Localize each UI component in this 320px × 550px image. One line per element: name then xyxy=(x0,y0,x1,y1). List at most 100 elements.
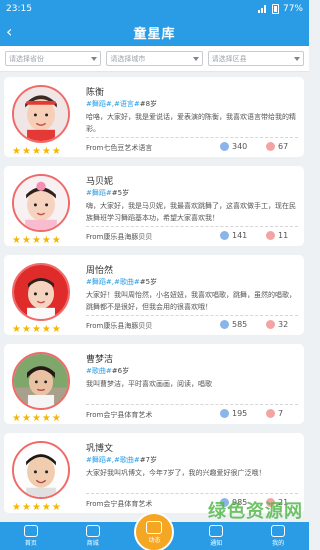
view-count: 340 xyxy=(220,142,247,151)
star-name: 曹梦洁 xyxy=(86,355,114,365)
chevron-down-icon xyxy=(293,56,300,61)
age-label: #6岁 xyxy=(111,367,130,375)
tab-feed-bubble[interactable]: 动态 xyxy=(134,512,175,550)
divider xyxy=(86,226,298,227)
star-card[interactable]: ★ ★ ★ ★ ★ 曹梦洁 #歌曲##6岁 我叫曹梦洁，平时喜欢画画，阅读，唱歌 Fro… xyxy=(4,344,304,424)
tab-profile[interactable]: 我的 xyxy=(247,522,309,550)
eye-icon xyxy=(220,409,229,418)
city-select[interactable]: 请选择城市 xyxy=(106,51,203,66)
star-tags: #舞蹈##5岁 xyxy=(86,188,129,198)
age-label: #8岁 xyxy=(139,100,158,108)
rating-stars: ★ ★ ★ ★ ★ xyxy=(12,413,61,424)
star-tags: #舞蹈#,#歌曲##7岁 xyxy=(86,455,157,465)
tab-home[interactable]: 首页 xyxy=(0,522,62,550)
status-time: 23:15 xyxy=(6,4,32,14)
tag-list: #舞蹈# xyxy=(86,189,112,197)
eye-icon xyxy=(220,142,229,151)
star-tags: #舞蹈#,#歌曲##5岁 xyxy=(86,277,157,287)
age-label: #7岁 xyxy=(139,456,158,464)
star-name: 周怡然 xyxy=(86,266,114,276)
view-count: 585 xyxy=(220,320,247,329)
star-card[interactable]: ★ ★ ★ ★ ★ 陈衡 #舞蹈#,#语言##8岁 哈咯，大家好，我是爱说话，爱表演的陈… xyxy=(4,77,304,157)
signal-icon xyxy=(257,5,268,13)
tag-list: #舞蹈#,#歌曲# xyxy=(86,278,140,286)
app-header: ‹ 童星库 xyxy=(0,18,309,46)
age-label: #5岁 xyxy=(139,278,158,286)
like-count[interactable]: 67 xyxy=(266,142,288,151)
star-intro: 大家好我叫巩博文，今年7岁了，我的兴趣爱好很广泛哦！ xyxy=(86,469,266,477)
star-tags: #舞蹈#,#语言##8岁 xyxy=(86,99,157,109)
divider xyxy=(86,493,298,494)
district-select[interactable]: 请选择区县 xyxy=(207,51,304,66)
star-list: ★ ★ ★ ★ ★ 陈衡 #舞蹈#,#语言##8岁 哈咯，大家好，我是爱说话，爱表演的陈… xyxy=(0,72,309,522)
heart-icon xyxy=(266,231,275,240)
avatar xyxy=(12,174,70,232)
user-icon xyxy=(271,525,286,537)
age-label: #5岁 xyxy=(111,189,130,197)
tag-list: #舞蹈#,#歌曲# xyxy=(86,456,140,464)
avatar xyxy=(12,352,70,410)
view-count: 195 xyxy=(220,409,247,418)
star-name: 陈衡 xyxy=(86,88,105,98)
star-card[interactable]: ★ ★ ★ ★ ★ 马贝妮 #舞蹈##5岁 嗨，大家好，我是马贝妮，我最喜欢跳舞了，这喜… xyxy=(4,166,304,246)
status-bar: 23:15 77% xyxy=(0,0,309,18)
divider xyxy=(86,404,298,405)
play-icon xyxy=(146,520,163,534)
tab-home-label: 首页 xyxy=(24,540,37,547)
back-icon[interactable]: ‹ xyxy=(6,22,12,42)
star-intro: 哈咯，大家好，我是爱说话，爱表演的陈衡，我喜欢语言带给我的精彩。 xyxy=(86,113,296,133)
like-count[interactable]: 11 xyxy=(266,231,288,240)
district-select-text: 请选择区县 xyxy=(211,54,247,63)
rating-stars: ★ ★ ★ ★ ★ xyxy=(12,324,61,335)
star-source: From七色豆艺术语言 xyxy=(86,144,153,152)
watermark: 绿色资源网 xyxy=(208,501,303,522)
city-select-text: 请选择城市 xyxy=(110,54,146,63)
star-intro: 大家好！我叫周怡然，小名妞妞，我喜欢唱歌，跳舞，虽然的唱歌，跳舞都不是很好，但我… xyxy=(86,291,296,311)
like-count[interactable]: 7 xyxy=(266,409,283,418)
page-title: 童星库 xyxy=(133,26,176,42)
tag-list: #舞蹈#,#语言# xyxy=(86,100,140,108)
star-source: From康乐县海豚贝贝 xyxy=(86,233,153,241)
star-source: From会宁县体育艺术 xyxy=(86,411,153,419)
shop-icon xyxy=(85,525,100,537)
star-name: 巩博文 xyxy=(86,444,114,454)
tag-list: #歌曲# xyxy=(86,367,112,375)
avatar xyxy=(12,441,70,499)
home-icon xyxy=(23,525,38,537)
eye-icon xyxy=(220,320,229,329)
region-filters: 请选择省份 请选择城市 请选择区县 xyxy=(0,46,309,72)
avatar xyxy=(12,85,70,143)
tab-mall-label: 商城 xyxy=(86,540,99,547)
tab-profile-label: 我的 xyxy=(272,540,285,547)
province-select[interactable]: 请选择省份 xyxy=(5,51,102,66)
bottom-tab-bar: 首页 商城 动态 通知 我的 xyxy=(0,512,309,550)
divider xyxy=(86,315,298,316)
rating-stars: ★ ★ ★ ★ ★ xyxy=(12,502,61,513)
star-source: From会宁县体育艺术 xyxy=(86,500,153,508)
eye-icon xyxy=(220,231,229,240)
notification-icon xyxy=(209,525,224,537)
divider xyxy=(86,137,298,138)
battery-level: 77% xyxy=(282,4,303,14)
star-name: 马贝妮 xyxy=(86,177,114,187)
province-select-text: 请选择省份 xyxy=(9,54,44,63)
rating-stars: ★ ★ ★ ★ ★ xyxy=(12,146,61,157)
tab-feed[interactable]: 动态 xyxy=(124,512,186,550)
chevron-down-icon xyxy=(192,56,199,61)
heart-icon xyxy=(266,320,275,329)
heart-icon xyxy=(266,409,275,418)
battery-icon xyxy=(271,4,279,14)
view-count: 141 xyxy=(220,231,247,240)
star-intro: 我叫曹梦洁，平时喜欢画画，阅读，唱歌 xyxy=(86,380,212,388)
status-icons: 77% xyxy=(257,4,303,14)
star-intro: 嗨，大家好，我是马贝妮，我最喜欢跳舞了，这喜欢做手工，现在民族舞班学习舞蹈基本功… xyxy=(86,202,296,222)
tab-mall[interactable]: 商城 xyxy=(62,522,124,550)
tab-notice[interactable]: 通知 xyxy=(185,522,247,550)
star-card[interactable]: ★ ★ ★ ★ ★ 周怡然 #舞蹈#,#歌曲##5岁 大家好！我叫周怡然，小名妞妞，我喜… xyxy=(4,255,304,335)
tab-notice-label: 通知 xyxy=(210,540,223,547)
star-source: From康乐县海豚贝贝 xyxy=(86,322,153,330)
avatar xyxy=(12,263,70,321)
like-count[interactable]: 32 xyxy=(266,320,288,329)
tab-feed-label: 动态 xyxy=(148,536,161,544)
heart-icon xyxy=(266,142,275,151)
